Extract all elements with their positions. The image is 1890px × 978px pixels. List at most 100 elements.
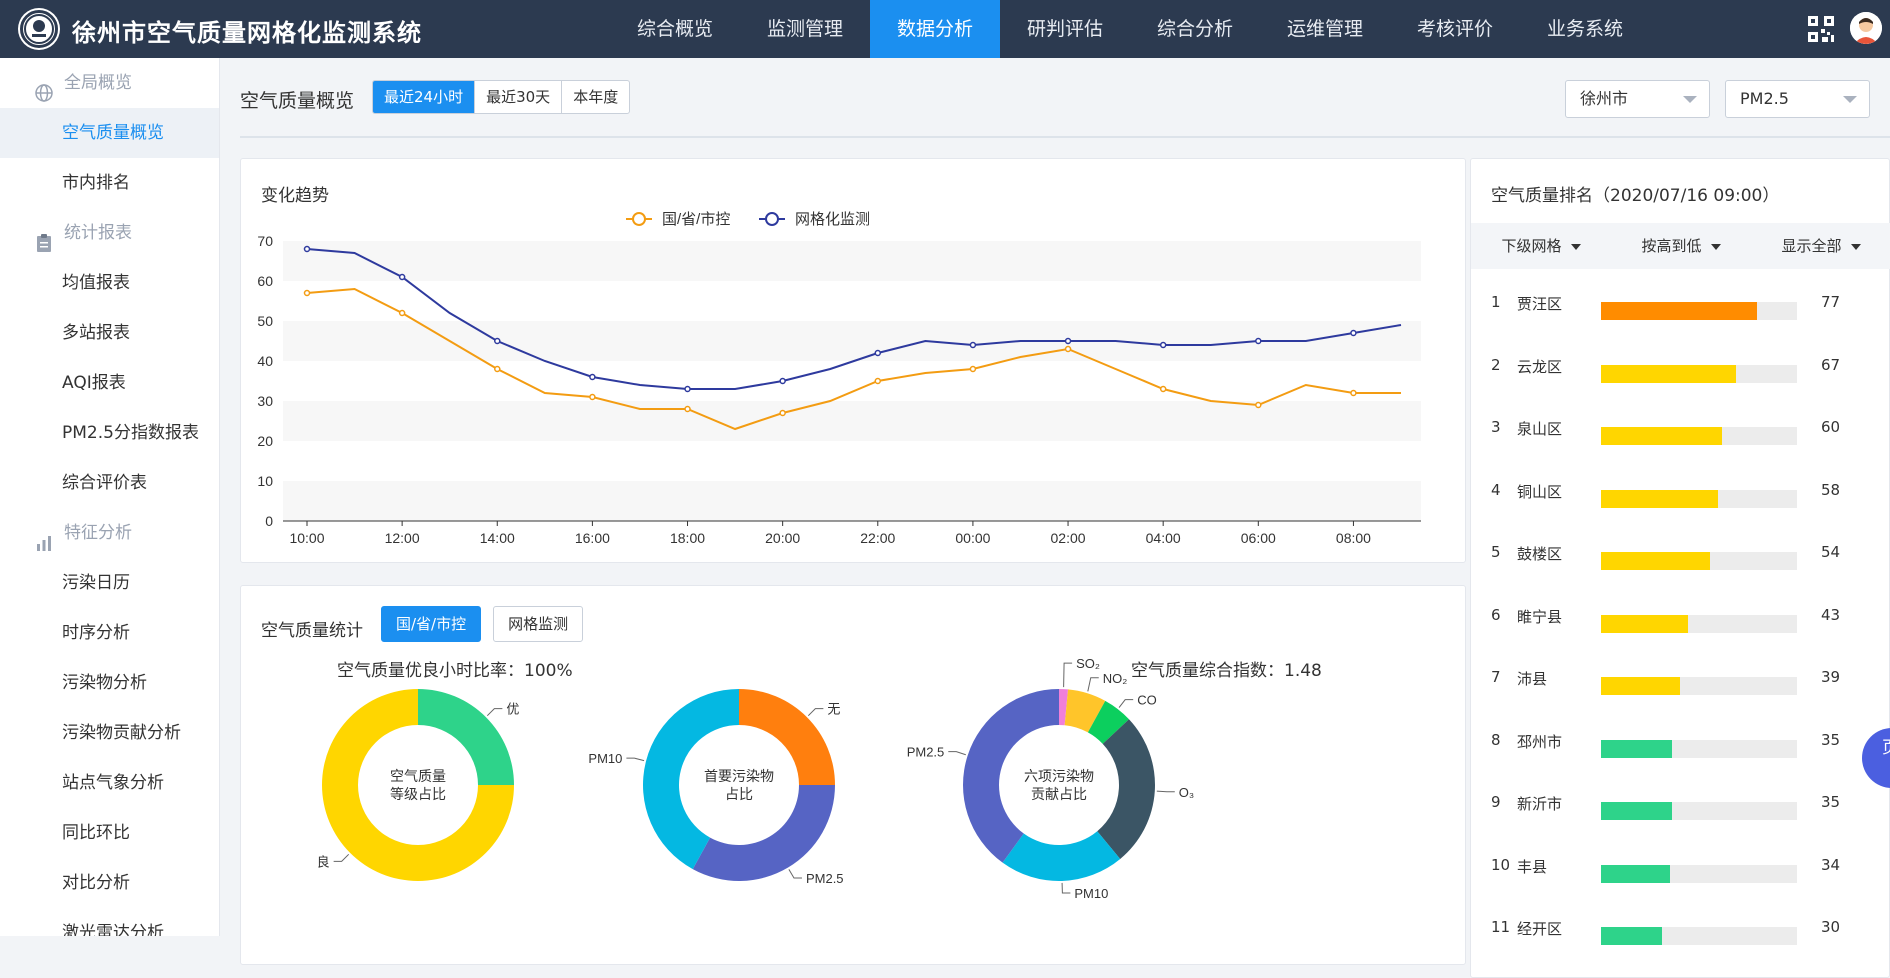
ranking-row-value: 30 [1821,918,1841,936]
app-title: 徐州市空气质量网格化监测系统 [72,19,422,47]
legend-marker[interactable] [765,212,779,226]
x-tick-label: 22:00 [860,530,895,546]
sidebar-item-8[interactable]: 综合评价表 [0,458,219,508]
sidebar-item-14[interactable]: 站点气象分析 [0,758,219,808]
series-point [398,309,406,317]
pie-slice-label: 无 [827,702,840,717]
chevron-down-icon [1843,96,1857,103]
time-range-group: 最近24小时 最近30天 本年度 [372,80,631,114]
sidebar-item-15[interactable]: 同比环比 [0,808,219,858]
range-button-2[interactable]: 本年度 [562,81,629,113]
ranking-row-rank: 9 [1491,793,1501,811]
sidebar-item-1[interactable]: 空气质量概览 [0,108,219,158]
nav-item-7[interactable]: 业务系统 [1520,0,1650,58]
sidebar-group-9[interactable]: 特征分析 [0,508,219,558]
sidebar-item-12[interactable]: 污染物分析 [0,658,219,708]
ranking-row-rank: 3 [1491,418,1501,436]
sidebar-item-4[interactable]: 均值报表 [0,258,219,308]
ranking-row-name: 丰县 [1517,857,1548,876]
pie-slice-label: PM2.5 [907,745,945,760]
caret-down-icon [1710,243,1721,250]
ranking-row[interactable]: 1 贾汪区 77 [1471,273,1890,335]
ranking-header-dropdown-1[interactable]: 按高到低 [1611,223,1751,269]
sidebar-group-label: 特征分析 [64,523,132,543]
pie-slice-label: CO [1137,693,1157,708]
main-content: 空气质量概览 最近24小时 最近30天 本年度 徐州市 PM2.5 变化趋势 0 10… [220,58,1890,978]
x-tick-label: 14:00 [480,530,515,546]
ranking-row-rank: 11 [1491,918,1511,936]
ranking-bar-track [1601,677,1797,695]
pie-slice[interactable] [1002,831,1121,881]
user-avatar[interactable] [1850,12,1882,44]
nav-item-3[interactable]: 研判评估 [1000,0,1130,58]
globe-icon [34,73,54,102]
range-button-0[interactable]: 最近24小时 [373,81,476,113]
series-point [779,377,786,385]
ranking-row-rank: 5 [1491,543,1501,561]
sidebar-group-3[interactable]: 统计报表 [0,208,219,258]
qr-code-icon[interactable] [1808,16,1834,42]
range-button-1[interactable]: 最近30天 [475,81,563,113]
sidebar-item-7[interactable]: PM2.5分指数报表 [0,408,219,458]
sidebar-group-0[interactable]: 全局概览 [0,58,219,108]
nav-item-1[interactable]: 监测管理 [740,0,870,58]
ranking-row[interactable]: 4 铜山区 58 [1471,461,1890,523]
ranking-row[interactable]: 2 云龙区 67 [1471,336,1890,398]
series-point [684,385,691,393]
ranking-row[interactable]: 5 鼓楼区 54 [1471,523,1890,585]
sidebar-item-16[interactable]: 对比分析 [0,858,219,908]
ranking-row[interactable]: 3 泉山区 60 [1471,398,1890,460]
sidebar-item-10[interactable]: 污染日历 [0,558,219,608]
y-tick-label: 20 [257,433,273,449]
ranking-bar-track [1601,489,1797,508]
series-point [494,337,501,345]
sidebar-item-11[interactable]: 时序分析 [0,608,219,658]
pie-leader-line [1063,662,1073,688]
legend-marker[interactable] [632,212,646,226]
ranking-header-dropdown-0[interactable]: 下级网格 [1471,223,1611,269]
grid-band [283,481,1421,521]
ranking-row[interactable]: 11 经开区 30 [1471,898,1890,960]
sidebar: 全局概览空气质量概览 市内排名 统计报表 均值报表 多站报表 AQI报表 PM2.5分指数报… [0,58,220,936]
ranking-row[interactable]: 7 沛县 39 [1471,648,1890,710]
pie-slice[interactable] [692,785,835,881]
sidebar-item-13[interactable]: 污染物贡献分析 [0,708,219,758]
series-point [494,365,501,373]
ranking-bar [1601,552,1711,570]
ranking-row-name: 沛县 [1517,670,1548,688]
nav-item-4[interactable]: 综合分析 [1130,0,1260,58]
filter-bar: 空气质量概览 最近24小时 最近30天 本年度 徐州市 PM2.5 [220,58,1890,138]
ranking-row-rank: 10 [1491,855,1511,874]
x-tick-label: 08:00 [1336,530,1371,546]
nav-item-0[interactable]: 综合概览 [610,0,740,58]
page-title: 空气质量概览 [240,90,355,112]
pie-slice-label: PM10 [588,751,622,766]
nav-item-6[interactable]: 考核评价 [1390,0,1520,58]
pie-leader-line [1087,677,1099,692]
pie-slice-label: 优 [506,702,519,717]
ranking-row-value: 54 [1821,543,1841,561]
series-point [1350,389,1357,397]
nav-item-2[interactable]: 数据分析 [870,0,1000,58]
ranking-row[interactable]: 6 睢宁县 43 [1471,586,1890,648]
city-select[interactable]: 徐州市 [1565,80,1710,118]
pollutant-select[interactable]: PM2.5 [1725,80,1870,118]
ranking-row[interactable]: 10 丰县 34 [1471,836,1890,898]
ranking-row[interactable]: 9 新沂市 35 [1471,773,1890,835]
pie-slice-label: NO₂ [1103,671,1128,686]
bar-chart-icon [34,523,54,551]
ranking-header-dropdown-2[interactable]: 显示全部 [1751,223,1890,269]
ranking-row-name: 新沂市 [1517,795,1563,813]
ranking-row[interactable]: 8 邳州市 35 [1471,711,1890,773]
sidebar-item-6[interactable]: AQI报表 [0,358,219,408]
pie-leader-line [1118,699,1134,708]
sidebar-item-5[interactable]: 多站报表 [0,308,219,358]
sidebar-item-17[interactable]: 激光雷达分析 [0,908,219,936]
stats-panel: 空气质量统计 国/省/市控 网格监测 空气质量优良小时比率：100% 空气质量综合… [240,585,1466,965]
ranking-header-label: 显示全部 [1781,237,1842,255]
series-point [969,341,977,349]
sidebar-item-2[interactable]: 市内排名 [0,158,219,208]
sidebar-group-label: 全局概览 [64,73,132,93]
ranking-bar [1601,427,1723,445]
nav-item-5[interactable]: 运维管理 [1260,0,1390,58]
